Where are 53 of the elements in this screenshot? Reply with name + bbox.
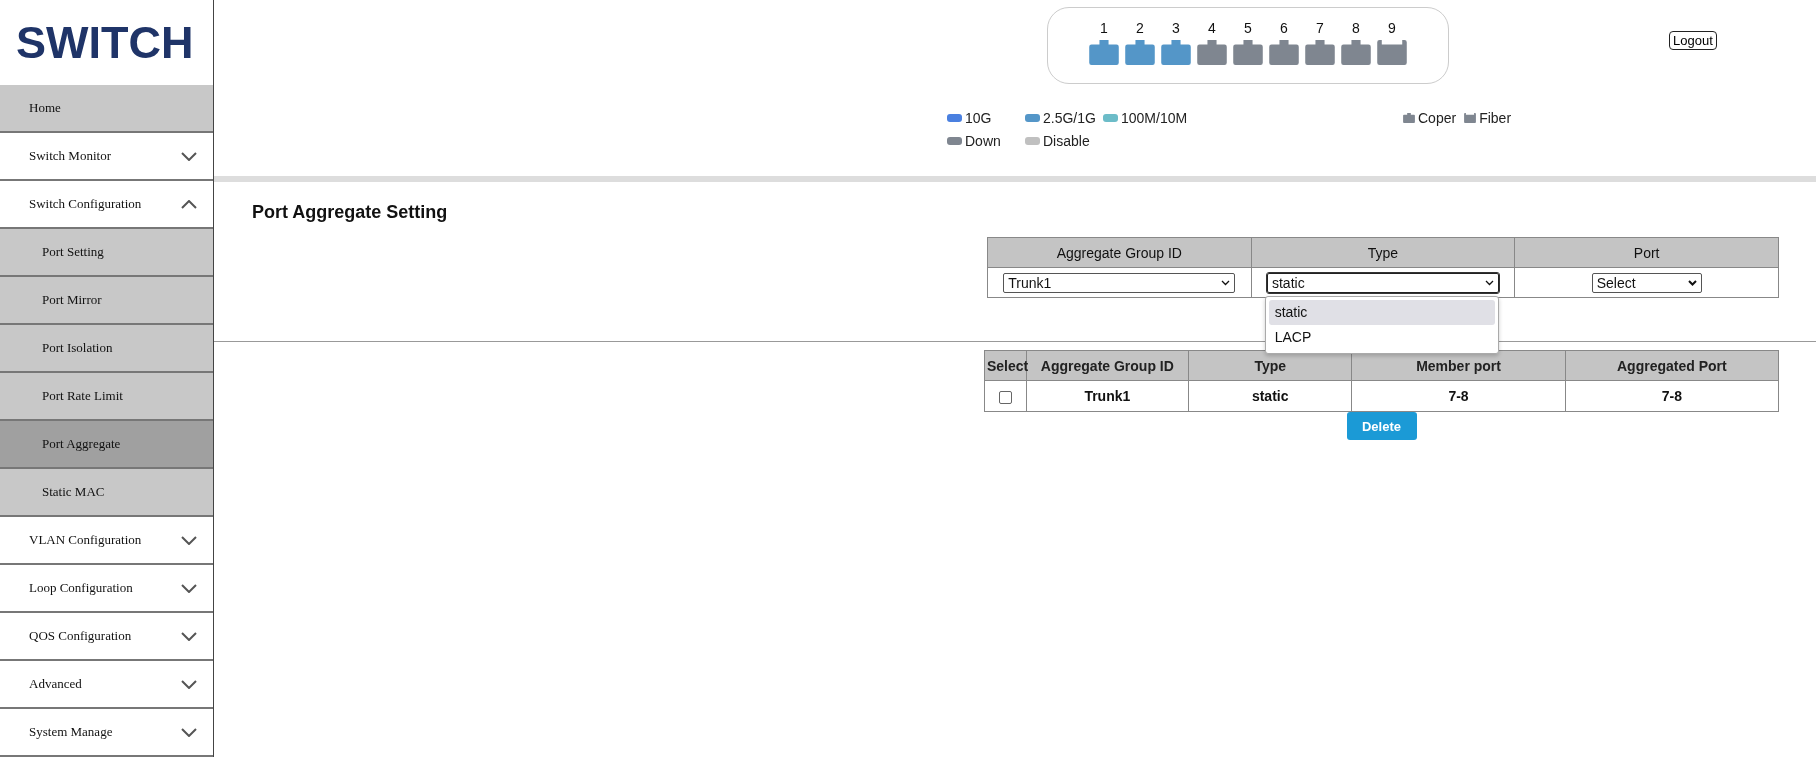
chevron-down-icon xyxy=(181,583,197,593)
port-number: 9 xyxy=(1388,20,1396,36)
chevron-up-icon xyxy=(181,199,197,209)
sidebar-subitem[interactable]: Port Isolation xyxy=(0,325,213,373)
port-number: 1 xyxy=(1100,20,1108,36)
column-header: Aggregated Port xyxy=(1565,350,1779,381)
sidebar-item[interactable]: Home xyxy=(0,85,213,133)
port-number: 7 xyxy=(1316,20,1324,36)
dropdown-option[interactable]: LACP xyxy=(1268,325,1495,350)
column-header: Aggregate Group ID xyxy=(987,237,1252,268)
table-cell: Trunk1 xyxy=(1026,380,1189,412)
column-header: Member port xyxy=(1351,350,1566,381)
port-number: 5 xyxy=(1244,20,1252,36)
page-title: Port Aggregate Setting xyxy=(252,202,449,223)
caret-icon xyxy=(1485,279,1494,286)
column-header: Port xyxy=(1514,237,1779,268)
legend-item: Down xyxy=(947,133,1025,149)
port-number: 6 xyxy=(1280,20,1288,36)
column-header: Type xyxy=(1251,237,1515,268)
table-cell: 7-8 xyxy=(1565,380,1779,412)
legend-item: Disable xyxy=(1025,133,1103,149)
logout-button[interactable]: Logout xyxy=(1669,31,1717,50)
sidebar-subitem[interactable]: Port Mirror xyxy=(0,277,213,325)
sidebar-subitem[interactable]: Port Aggregate xyxy=(0,421,213,469)
legend-item: 2.5G/1G xyxy=(1025,110,1103,126)
port-number: 3 xyxy=(1172,20,1180,36)
dropdown-option[interactable]: static xyxy=(1268,300,1495,325)
group-select[interactable]: Trunk1 xyxy=(1003,272,1236,293)
chevron-down-icon xyxy=(181,679,197,689)
legend-item: Fiber xyxy=(1464,110,1512,126)
chevron-down-icon xyxy=(181,535,197,545)
sidebar-subitem[interactable]: Port Rate Limit xyxy=(0,373,213,421)
chevron-down-icon xyxy=(181,727,197,737)
sidebar-subitem[interactable]: Port Setting xyxy=(0,229,213,277)
port-number: 4 xyxy=(1208,20,1216,36)
legend-item: Coper xyxy=(1403,110,1457,126)
legend-item: 10G xyxy=(947,110,1025,126)
column-header: Select xyxy=(984,350,1027,381)
table-cell: static xyxy=(1188,380,1352,412)
checkbox[interactable] xyxy=(998,390,1012,404)
logo: SWITCH xyxy=(15,15,195,70)
port-number: 2 xyxy=(1136,20,1144,36)
caret-icon xyxy=(1221,279,1231,286)
column-header: Type xyxy=(1188,350,1352,381)
legend-item: 100M/10M xyxy=(1103,110,1403,126)
caret-icon xyxy=(1687,279,1697,286)
chevron-down-icon xyxy=(181,151,197,161)
sidebar-subitem[interactable]: Static MAC xyxy=(0,469,213,517)
port-number: 8 xyxy=(1352,20,1360,36)
table-cell: 7-8 xyxy=(1351,380,1566,412)
type-select[interactable]: static xyxy=(1267,272,1499,293)
port-select[interactable]: Select xyxy=(1591,272,1702,293)
chevron-down-icon xyxy=(181,631,197,641)
